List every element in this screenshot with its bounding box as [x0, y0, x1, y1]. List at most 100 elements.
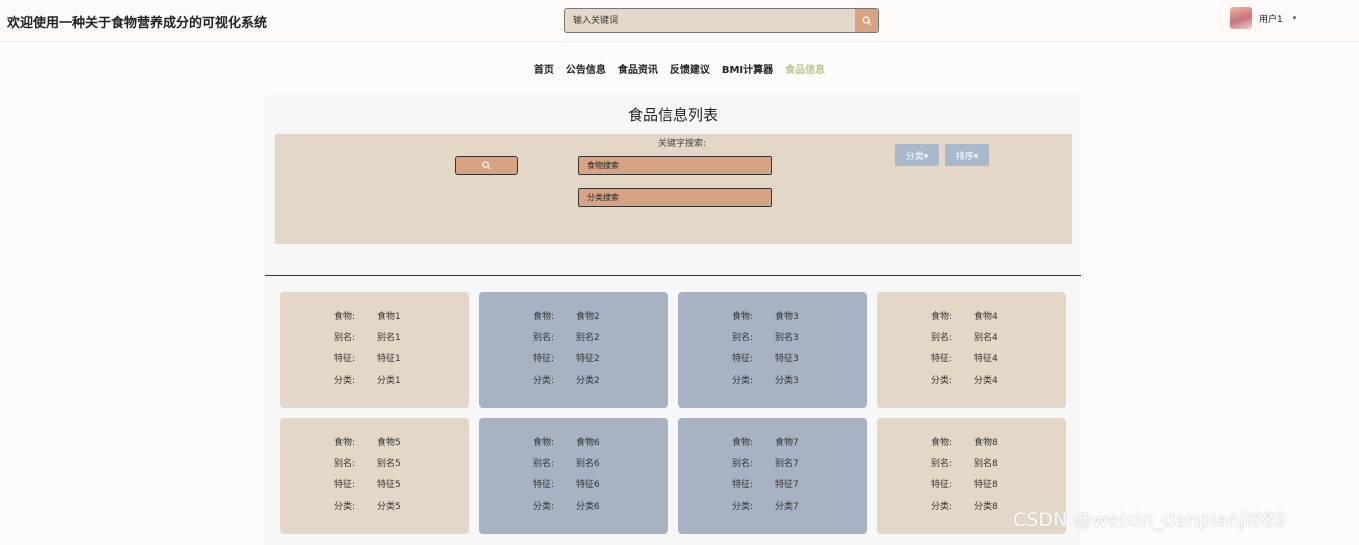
global-search-button[interactable]: [855, 9, 878, 32]
user-menu[interactable]: 用户1 ▾: [1230, 5, 1296, 31]
card-row-alias: 别名: 别名2: [533, 330, 600, 343]
card-row-feature: 特征: 特征5: [334, 477, 401, 490]
food-card[interactable]: 食物: 食物6 别名: 别名6 特征: 特征6 分类: 分类6: [479, 418, 668, 534]
field-value: 食物6: [576, 438, 600, 448]
field-value: 分类6: [576, 502, 600, 512]
field-value: 食物7: [775, 438, 799, 448]
field-value: 食物4: [974, 312, 998, 322]
page-title: 食品信息列表: [627, 106, 718, 124]
field-value: 别名2: [576, 333, 600, 343]
field-label: 分类:: [334, 376, 356, 386]
card-row-food: 食物: 食物2: [533, 309, 600, 322]
food-card[interactable]: 食物: 食物5 别名: 别名5 特征: 特征5 分类: 分类5: [280, 418, 469, 534]
field-value: 别名6: [576, 459, 600, 469]
field-label: 特征:: [334, 354, 356, 364]
card-row-food: 食物: 食物5: [334, 435, 401, 448]
chevron-down-icon: ▾: [1292, 14, 1297, 22]
search-icon: [482, 161, 491, 170]
field-label: 食物:: [334, 438, 356, 448]
field-value: 分类2: [576, 376, 600, 386]
food-card[interactable]: 食物: 食物7 别名: 别名7 特征: 特征7 分类: 分类7: [678, 418, 867, 534]
field-value: 分类4: [974, 376, 998, 386]
field-label: 特征:: [732, 480, 754, 490]
field-value: 别名4: [974, 333, 998, 343]
card-row-feature: 特征: 特征7: [732, 477, 799, 490]
food-card[interactable]: 食物: 食物3 别名: 别名3 特征: 特征3 分类: 分类3: [678, 292, 867, 408]
field-label: 特征:: [931, 354, 953, 364]
card-row-feature: 特征: 特征1: [334, 351, 401, 364]
field-label: 特征:: [533, 480, 555, 490]
field-value: 特征8: [974, 480, 998, 490]
field-label: 食物:: [931, 438, 953, 448]
field-label: 分类:: [533, 502, 555, 512]
field-value: 分类1: [377, 376, 401, 386]
field-value: 特征1: [377, 354, 401, 364]
field-label: 特征:: [334, 480, 356, 490]
avatar: [1230, 7, 1252, 29]
nav-item[interactable]: 反馈建议: [670, 61, 710, 76]
field-value: 分类3: [775, 376, 799, 386]
card-row-food: 食物: 食物3: [732, 309, 799, 322]
nav-item[interactable]: 食品信息: [785, 61, 825, 76]
card-row-category: 分类: 分类5: [334, 499, 401, 512]
field-label: 别名:: [732, 333, 754, 343]
field-label: 食物:: [732, 312, 754, 322]
keyword-search-label: 关键字搜索:: [658, 139, 707, 149]
food-card[interactable]: 食物: 食物2 别名: 别名2 特征: 特征2 分类: 分类2: [479, 292, 668, 408]
card-row-food: 食物: 食物8: [931, 435, 998, 448]
field-label: 特征:: [533, 354, 555, 364]
field-label: 食物:: [931, 312, 953, 322]
watermark: CSDN @weixin_danpianji889: [1013, 509, 1287, 531]
nav-item[interactable]: 首页: [534, 61, 554, 76]
category-dropdown[interactable]: 分类▾: [895, 144, 939, 166]
field-value: 别名3: [775, 333, 799, 343]
card-row-food: 食物: 食物6: [533, 435, 600, 448]
card-row-food: 食物: 食物4: [931, 309, 998, 322]
card-row-alias: 别名: 别名5: [334, 456, 401, 469]
card-row-alias: 别名: 别名1: [334, 330, 401, 343]
food-list-panel: 食品信息列表 关键字搜索: 分类▾ 排序▾ 食物: 食物1 别名: 别名1 特征: 特征1…: [265, 94, 1081, 545]
field-value: 特征7: [775, 480, 799, 490]
card-row-category: 分类: 分类8: [931, 499, 998, 512]
field-label: 分类:: [533, 376, 555, 386]
field-value: 别名5: [377, 459, 401, 469]
app-title: 欢迎使用一种关于食物营养成分的可视化系统: [7, 16, 268, 31]
food-card[interactable]: 食物: 食物1 别名: 别名1 特征: 特征1 分类: 分类1: [280, 292, 469, 408]
user-name: 用户1: [1259, 14, 1283, 25]
field-label: 特征:: [931, 480, 953, 490]
field-value: 特征3: [775, 354, 799, 364]
category-search-input[interactable]: [578, 188, 772, 207]
field-value: 分类5: [377, 502, 401, 512]
field-label: 食物:: [533, 312, 555, 322]
card-row-feature: 特征: 特征3: [732, 351, 799, 364]
field-value: 特征2: [576, 354, 600, 364]
field-label: 食物:: [334, 312, 356, 322]
card-row-feature: 特征: 特征4: [931, 351, 998, 364]
card-row-category: 分类: 分类6: [533, 499, 600, 512]
field-label: 特征:: [732, 354, 754, 364]
nav-item[interactable]: 食品资讯: [618, 61, 658, 76]
nav-item[interactable]: BMI计算器: [722, 61, 773, 76]
field-value: 食物1: [377, 312, 401, 322]
food-card[interactable]: 食物: 食物4 别名: 别名4 特征: 特征4 分类: 分类4: [877, 292, 1066, 408]
card-row-alias: 别名: 别名8: [931, 456, 998, 469]
field-value: 别名8: [974, 459, 998, 469]
search-icon: [861, 15, 871, 25]
field-label: 分类:: [732, 502, 754, 512]
field-label: 食物:: [732, 438, 754, 448]
field-value: 食物3: [775, 312, 799, 322]
card-row-category: 分类: 分类3: [732, 373, 799, 386]
card-row-alias: 别名: 别名6: [533, 456, 600, 469]
nav-item[interactable]: 公告信息: [566, 61, 606, 76]
field-label: 别名:: [533, 333, 555, 343]
field-value: 特征6: [576, 480, 600, 490]
card-row-feature: 特征: 特征8: [931, 477, 998, 490]
sort-dropdown[interactable]: 排序▾: [945, 144, 989, 166]
card-row-alias: 别名: 别名7: [732, 456, 799, 469]
food-search-input[interactable]: [578, 156, 772, 175]
global-search-input[interactable]: [565, 9, 855, 32]
field-label: 分类:: [334, 502, 356, 512]
card-row-category: 分类: 分类7: [732, 499, 799, 512]
filter-search-button[interactable]: [455, 156, 518, 175]
top-bar: 欢迎使用一种关于食物营养成分的可视化系统 用户1 ▾: [0, 0, 1359, 42]
